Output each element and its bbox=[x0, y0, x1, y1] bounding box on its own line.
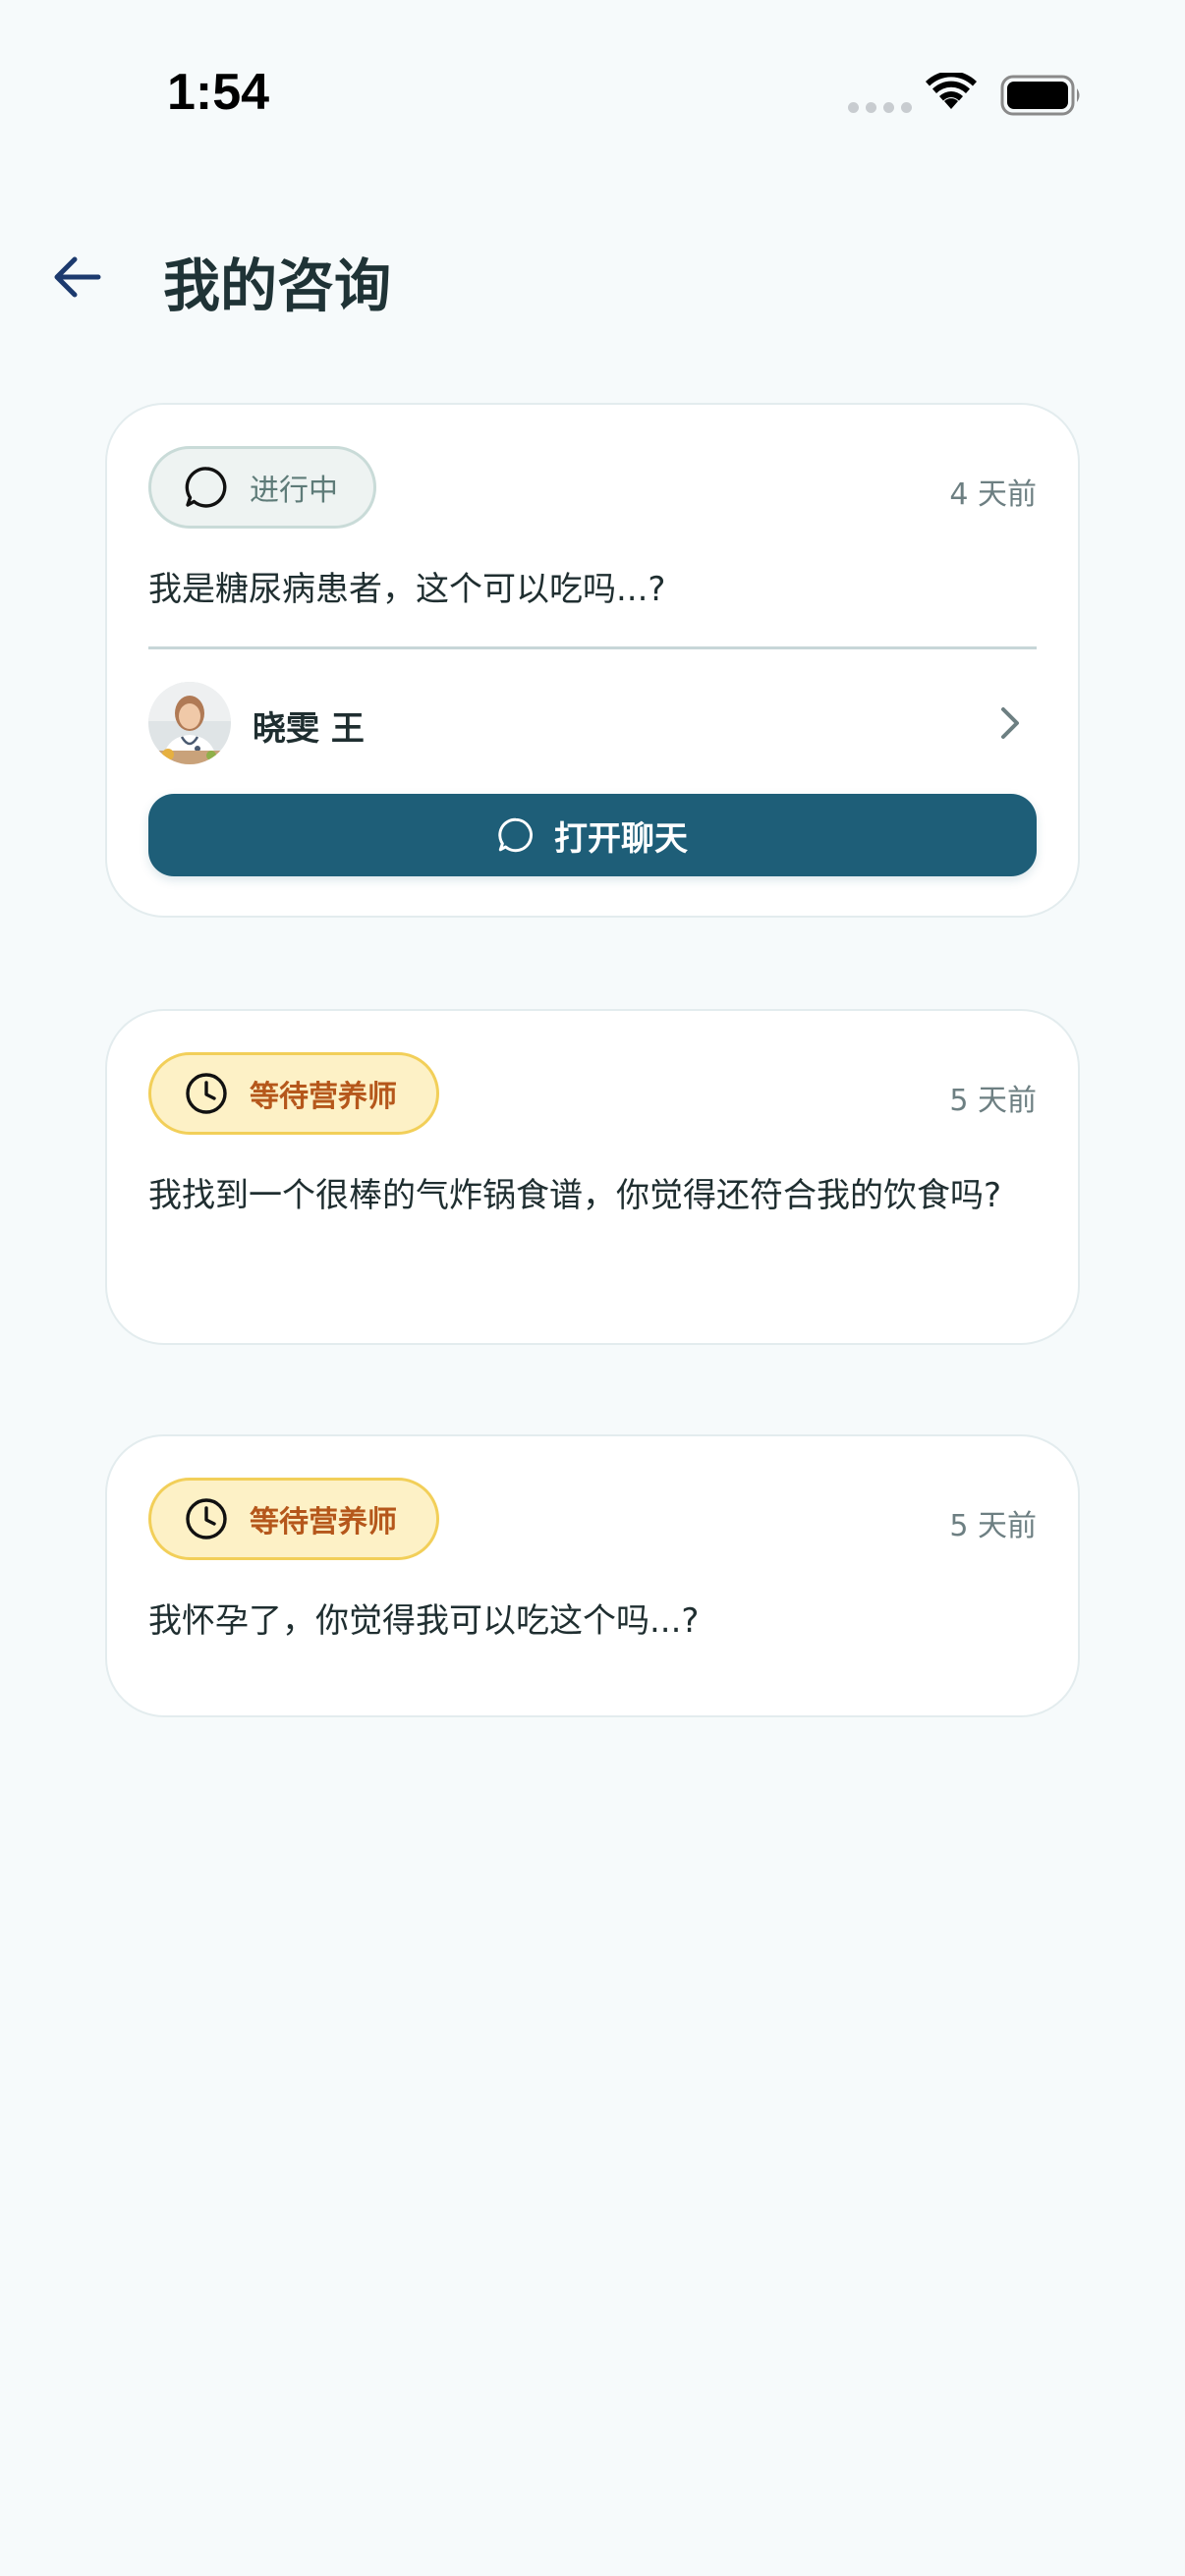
battery-icon bbox=[1000, 75, 1083, 120]
status-badge: 进行中 bbox=[148, 446, 376, 529]
cellular-dots-icon bbox=[848, 102, 912, 113]
chevron-right-icon bbox=[989, 701, 1029, 745]
open-chat-label: 打开聊天 bbox=[554, 818, 688, 859]
divider bbox=[148, 646, 1037, 649]
question-text: 我找到一个很棒的气炸锅食谱，你觉得还符合我的饮食吗? bbox=[148, 1176, 1002, 1215]
status-label: 进行中 bbox=[250, 474, 338, 508]
open-chat-button[interactable]: 打开聊天 bbox=[148, 794, 1037, 876]
nutritionist-name: 晓雯 王 bbox=[253, 709, 365, 749]
wifi-icon bbox=[926, 71, 977, 116]
consultation-card[interactable]: 等待营养师 5 天前 我怀孕了，你觉得我可以吃这个吗...? bbox=[105, 1434, 1080, 1717]
consultation-card[interactable]: 进行中 4 天前 我是糖尿病患者，这个可以吃吗...? 晓雯 王 打开聊天 bbox=[105, 403, 1080, 918]
time-ago: 5 天前 bbox=[949, 1509, 1037, 1543]
back-button[interactable] bbox=[45, 246, 108, 308]
avatar bbox=[148, 682, 231, 764]
header: 我的咨询 bbox=[0, 226, 1185, 324]
status-label: 等待营养师 bbox=[250, 1505, 397, 1540]
status-time: 1:54 bbox=[167, 64, 270, 121]
status-bar: 1:54 bbox=[0, 0, 1185, 196]
consultation-card[interactable]: 等待营养师 5 天前 我找到一个很棒的气炸锅食谱，你觉得还符合我的饮食吗? bbox=[105, 1009, 1080, 1345]
status-badge: 等待营养师 bbox=[148, 1478, 439, 1560]
page-title: 我的咨询 bbox=[163, 252, 392, 319]
clock-icon bbox=[183, 1495, 230, 1542]
question-text: 我怀孕了，你觉得我可以吃这个吗...? bbox=[148, 1601, 700, 1641]
question-text: 我是糖尿病患者，这个可以吃吗...? bbox=[148, 570, 666, 609]
arrow-left-icon bbox=[54, 256, 101, 298]
clock-icon bbox=[183, 1070, 230, 1117]
chat-bubble-icon bbox=[498, 817, 533, 853]
time-ago: 4 天前 bbox=[949, 477, 1037, 512]
chat-bubble-icon bbox=[183, 464, 230, 511]
status-label: 等待营养师 bbox=[250, 1080, 397, 1114]
nutritionist-row[interactable]: 晓雯 王 bbox=[148, 680, 1037, 766]
time-ago: 5 天前 bbox=[949, 1084, 1037, 1118]
status-badge: 等待营养师 bbox=[148, 1052, 439, 1135]
